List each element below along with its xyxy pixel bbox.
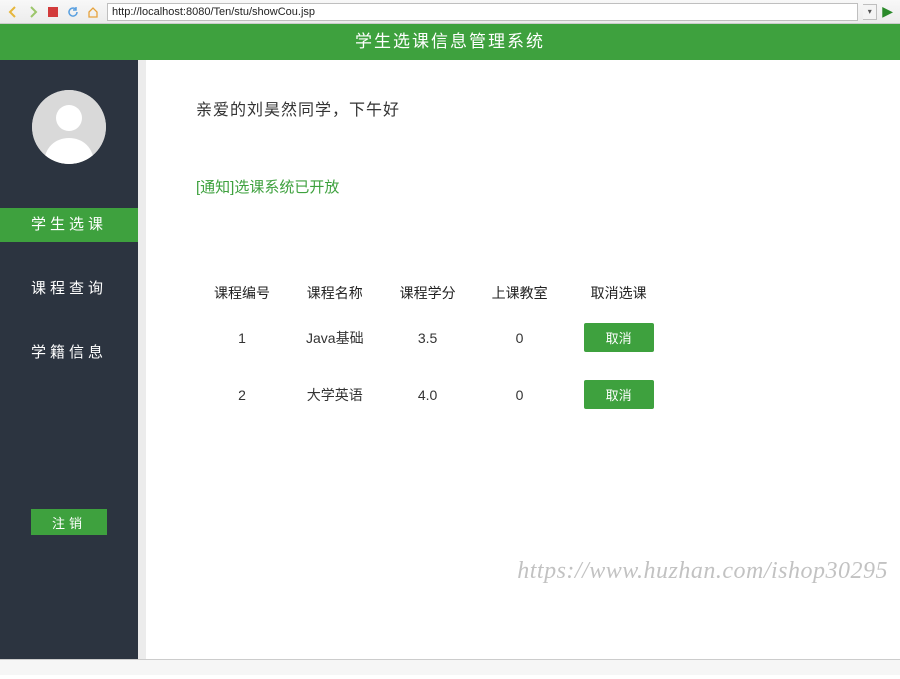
cell-id: 2	[196, 366, 288, 423]
sidebar-menu: 学生选课 课程查询 学籍信息	[0, 208, 138, 370]
cell-name: Java基础	[288, 309, 382, 366]
col-course-room: 上课教室	[474, 277, 566, 309]
browser-toolbar: ▾ ▶	[0, 0, 900, 24]
home-icon[interactable]	[84, 3, 102, 21]
col-course-credit: 课程学分	[382, 277, 474, 309]
col-course-name: 课程名称	[288, 277, 382, 309]
watermark-text: https://www.huzhan.com/ishop30295	[517, 558, 888, 585]
table-header-row: 课程编号 课程名称 课程学分 上课教室 取消选课	[196, 277, 672, 309]
status-bar	[0, 659, 900, 675]
go-button-icon[interactable]: ▶	[879, 3, 896, 20]
sidebar-item-course-query[interactable]: 课程查询	[0, 272, 138, 306]
col-course-id: 课程编号	[196, 277, 288, 309]
cell-credit: 4.0	[382, 366, 474, 423]
notice-text: [通知]选课系统已开放	[196, 176, 900, 197]
cell-room: 0	[474, 366, 566, 423]
nav-forward-icon[interactable]	[24, 3, 42, 21]
greeting-text: 亲爱的刘昊然同学，下午好	[196, 96, 900, 120]
url-input[interactable]	[107, 3, 858, 21]
url-dropdown-icon[interactable]: ▾	[863, 4, 877, 20]
cell-name: 大学英语	[288, 366, 382, 423]
logout-button[interactable]: 注销	[31, 509, 107, 535]
table-row: 2 大学英语 4.0 0 取消	[196, 366, 672, 423]
nav-back-icon[interactable]	[4, 3, 22, 21]
table-row: 1 Java基础 3.5 0 取消	[196, 309, 672, 366]
stop-icon[interactable]	[44, 3, 62, 21]
col-course-cancel: 取消选课	[566, 277, 672, 309]
sidebar-item-student-course[interactable]: 学生选课	[0, 208, 138, 242]
cancel-button[interactable]: 取消	[584, 323, 654, 352]
cell-room: 0	[474, 309, 566, 366]
cancel-button[interactable]: 取消	[584, 380, 654, 409]
cell-credit: 3.5	[382, 309, 474, 366]
cell-id: 1	[196, 309, 288, 366]
sidebar: 学生选课 课程查询 学籍信息 注销	[0, 60, 138, 675]
sidebar-item-student-info[interactable]: 学籍信息	[0, 336, 138, 370]
avatar	[32, 90, 106, 164]
main-panel: 亲爱的刘昊然同学，下午好 [通知]选课系统已开放 课程编号 课程名称 课程学分 …	[138, 60, 900, 675]
app-header-title: 学生选课信息管理系统	[0, 24, 900, 60]
course-table: 课程编号 课程名称 课程学分 上课教室 取消选课 1 Java基础 3.5 0 …	[196, 277, 672, 423]
refresh-icon[interactable]	[64, 3, 82, 21]
